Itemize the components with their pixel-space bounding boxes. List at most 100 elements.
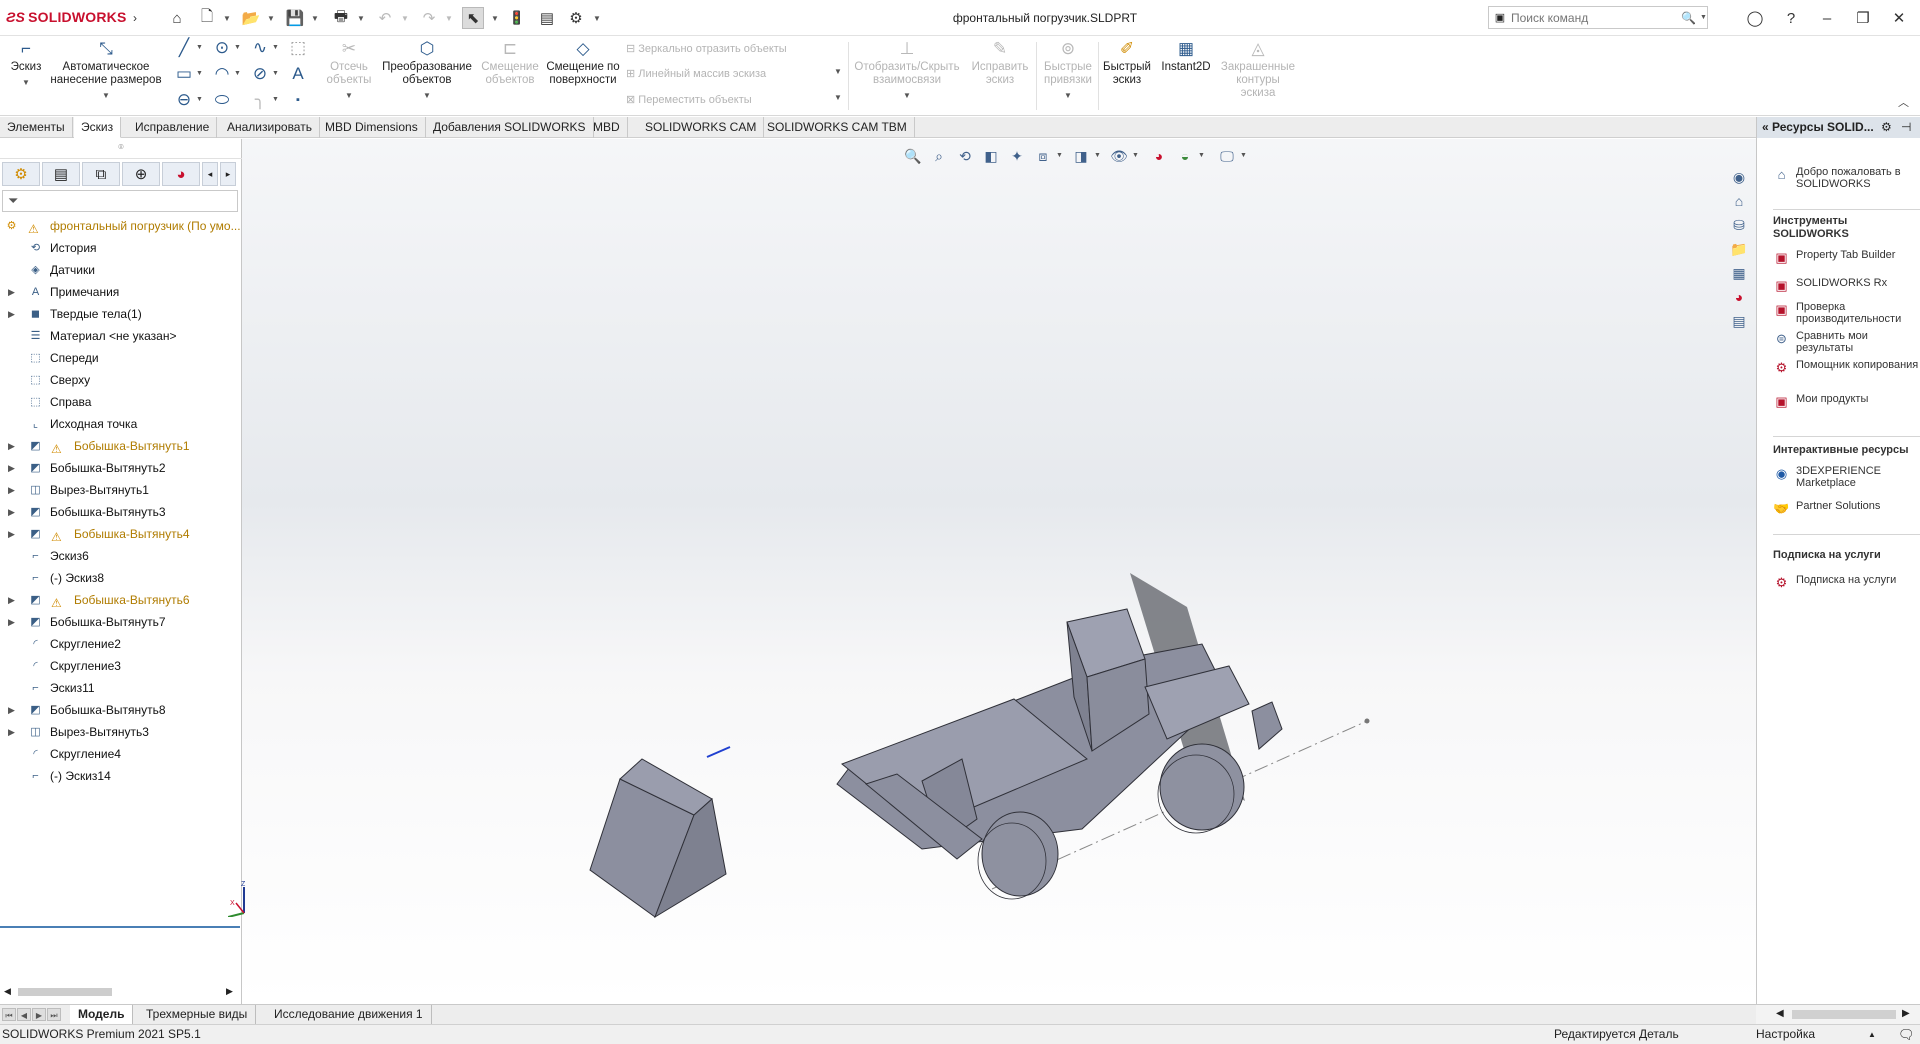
tree-item[interactable]: ▶ ◫ Вырез-Вытянуть3: [0, 721, 242, 743]
expand-arrow-icon[interactable]: ▶: [8, 721, 15, 743]
tab-mbd-dimensions[interactable]: MBD Dimensions: [318, 117, 426, 138]
tree-item[interactable]: ⬚ Сверху: [0, 369, 242, 391]
panel-splitter[interactable]: ⌾: [0, 139, 242, 159]
tree-item[interactable]: ▶ ◩ Бобышка-Вытянуть3: [0, 501, 242, 523]
customize-dropdown-icon[interactable]: ▲: [1868, 1025, 1876, 1044]
scroll-left-arrow-icon[interactable]: ◀: [4, 986, 11, 997]
tree-item[interactable]: ⌞ Исходная точка: [0, 413, 242, 435]
collapse-icon[interactable]: «: [1762, 120, 1769, 134]
repair-sketch-button[interactable]: ✎ Исправить эскиз: [966, 40, 1034, 87]
instant2d-button[interactable]: ▦ Instant2D: [1156, 40, 1216, 74]
tab-solidworks-addins[interactable]: Добавления SOLIDWORKS: [426, 117, 594, 138]
subscription-header[interactable]: Подписка на услуги: [1773, 549, 1881, 562]
quick-snaps-dropdown-icon[interactable]: ▼: [1040, 89, 1096, 102]
polygon-dropdown-icon[interactable]: ▼: [272, 64, 280, 84]
move-entities-button[interactable]: ⊠ Переместить объекты: [626, 93, 752, 106]
configuration-manager-icon[interactable]: ⧉: [82, 162, 120, 186]
polygon-icon[interactable]: ⊘: [250, 64, 270, 84]
spline-icon[interactable]: ∿: [250, 38, 270, 58]
expand-arrow-icon[interactable]: ▶: [8, 479, 15, 501]
feature-manager-icon[interactable]: ⚙: [2, 162, 40, 186]
notification-icon[interactable]: 🗨: [1898, 1025, 1915, 1044]
sketch-dropdown-icon[interactable]: ▼: [6, 76, 46, 89]
spline-dropdown-icon[interactable]: ▼: [272, 38, 280, 58]
collapse-ribbon-icon[interactable]: ︿: [1898, 94, 1909, 110]
slot-icon[interactable]: ⊖: [174, 90, 194, 110]
smart-dimension-button[interactable]: ⤡ Автоматическое нанесение размеров ▼: [50, 40, 162, 102]
circle-dropdown-icon[interactable]: ▼: [234, 38, 242, 58]
rollback-bar[interactable]: [0, 926, 240, 928]
fillet-sketch-dropdown-icon[interactable]: ▼: [272, 90, 280, 110]
linear-pattern-dropdown-icon[interactable]: ▼: [834, 67, 842, 76]
tree-item[interactable]: ▶ A Примечания: [0, 281, 242, 303]
scroll-right-arrow-icon[interactable]: ▶: [1902, 1008, 1910, 1019]
offset-entities-button[interactable]: ⊏ Смещение объектов: [478, 40, 542, 87]
scroll-left-arrow-icon[interactable]: ◀: [1776, 1008, 1784, 1019]
home-resources-icon[interactable]: ⌂: [1726, 190, 1752, 212]
dimxpert-manager-icon[interactable]: ⊕: [122, 162, 160, 186]
point-icon[interactable]: ▪: [288, 90, 308, 110]
tab-model[interactable]: Модель: [70, 1005, 134, 1024]
display-manager-icon[interactable]: ◕: [162, 162, 200, 186]
command-search[interactable]: ▣ 🔍 ▼: [1488, 6, 1708, 29]
sketch-button[interactable]: ⌐ Эскиз ▼: [6, 40, 46, 89]
tree-item[interactable]: ⌐ Эскиз11: [0, 677, 242, 699]
offset-surface-button[interactable]: ◇ Смещение по поверхности: [546, 40, 620, 87]
tree-root[interactable]: ⚙ ⚠ фронтальный погрузчик (По умо...: [0, 215, 242, 237]
horizontal-scrollbar[interactable]: ◀ ▶: [2, 984, 238, 1000]
search-input[interactable]: [1511, 10, 1681, 25]
first-tab-icon[interactable]: ⏮: [2, 1008, 16, 1021]
tree-item[interactable]: ▶ ◩ Бобышка-Вытянуть2: [0, 457, 242, 479]
expand-arrow-icon[interactable]: ▶: [8, 611, 15, 633]
rectangle-dropdown-icon[interactable]: ▼: [196, 64, 204, 84]
close-icon[interactable]: ✕: [1886, 6, 1912, 30]
file-explorer-icon[interactable]: 📁: [1726, 238, 1752, 260]
expand-arrow-icon[interactable]: ▶: [8, 699, 15, 721]
smart-dimension-dropdown-icon[interactable]: ▼: [50, 89, 162, 102]
tab-sketch[interactable]: Эскиз: [74, 117, 122, 138]
scroll-thumb[interactable]: [18, 988, 112, 996]
search-dropdown-icon[interactable]: ▼: [1700, 14, 1707, 21]
tree-item[interactable]: ⬚ Справа: [0, 391, 242, 413]
graphics-area[interactable]: 🔍 ⌕ ⟲ ◧ ✦ ⧈ ▼ ◨ ▼ 👁 ▼ ◕ ◒ ▼ 🖵 ▼ Z X: [227, 139, 1756, 1004]
tab-solidworks-cam[interactable]: SOLIDWORKS CAM: [638, 117, 765, 138]
mirror-entities-button[interactable]: ⊟ Зеркально отразить объекты: [626, 42, 787, 55]
appearances-icon[interactable]: ◕: [1726, 286, 1752, 308]
tree-item[interactable]: ⌐ (-) Эскиз8: [0, 567, 242, 589]
tab-repair[interactable]: Исправление: [128, 117, 218, 138]
expand-arrow-icon[interactable]: ▶: [8, 589, 15, 611]
tree-filter[interactable]: ⏷: [2, 190, 238, 212]
customize-menu[interactable]: Настройка: [1756, 1025, 1815, 1044]
tree-item[interactable]: ▶ ◫ Вырез-Вытянуть1: [0, 479, 242, 501]
model-viewport[interactable]: [242, 139, 1756, 1004]
tree-item[interactable]: ☰ Материал <не указан>: [0, 325, 242, 347]
convert-dropdown-icon[interactable]: ▼: [378, 89, 476, 102]
text-icon[interactable]: A: [288, 64, 308, 84]
linear-pattern-button[interactable]: ⊞ Линейный массив эскиза: [626, 67, 766, 80]
rectangle-icon[interactable]: ▭: [174, 64, 194, 84]
next-tab-icon[interactable]: ▶: [32, 1008, 46, 1021]
fillet-sketch-icon[interactable]: ╮: [250, 90, 270, 110]
ellipse-icon[interactable]: ⬭: [212, 90, 232, 110]
tab-3d-views[interactable]: Трехмерные виды: [138, 1005, 257, 1024]
custom-properties-icon[interactable]: ▤: [1726, 310, 1752, 332]
tree-item[interactable]: ◜ Скругление3: [0, 655, 242, 677]
scroll-left-icon[interactable]: ◂: [202, 162, 218, 186]
tab-elements[interactable]: Элементы: [0, 117, 73, 138]
slot-dropdown-icon[interactable]: ▼: [196, 90, 204, 110]
display-relations-button[interactable]: ⊥ Отобразить/Скрыть взаимосвязи ▼: [852, 40, 962, 102]
tree-item[interactable]: ◜ Скругление2: [0, 633, 242, 655]
expand-arrow-icon[interactable]: ▶: [8, 303, 15, 325]
pin-icon[interactable]: ⊣: [1901, 117, 1911, 138]
tree-item[interactable]: ⬚ Спереди: [0, 347, 242, 369]
convert-entities-button[interactable]: ⬡ Преобразование объектов ▼: [378, 40, 476, 102]
scroll-right-arrow-icon[interactable]: ▶: [226, 986, 233, 997]
task-pane-settings-icon[interactable]: ⚙: [1881, 117, 1892, 138]
tree-item[interactable]: ▶ ◩ ⚠ Бобышка-Вытянуть6: [0, 589, 242, 611]
tree-item[interactable]: ◈ Датчики: [0, 259, 242, 281]
tree-item[interactable]: ◜ Скругление4: [0, 743, 242, 765]
quick-snaps-button[interactable]: ⊚ Быстрые привязки ▼: [1040, 40, 1096, 102]
scroll-right-icon[interactable]: ▸: [220, 162, 236, 186]
expand-arrow-icon[interactable]: ▶: [8, 523, 15, 545]
tree-item[interactable]: ⟲ История: [0, 237, 242, 259]
